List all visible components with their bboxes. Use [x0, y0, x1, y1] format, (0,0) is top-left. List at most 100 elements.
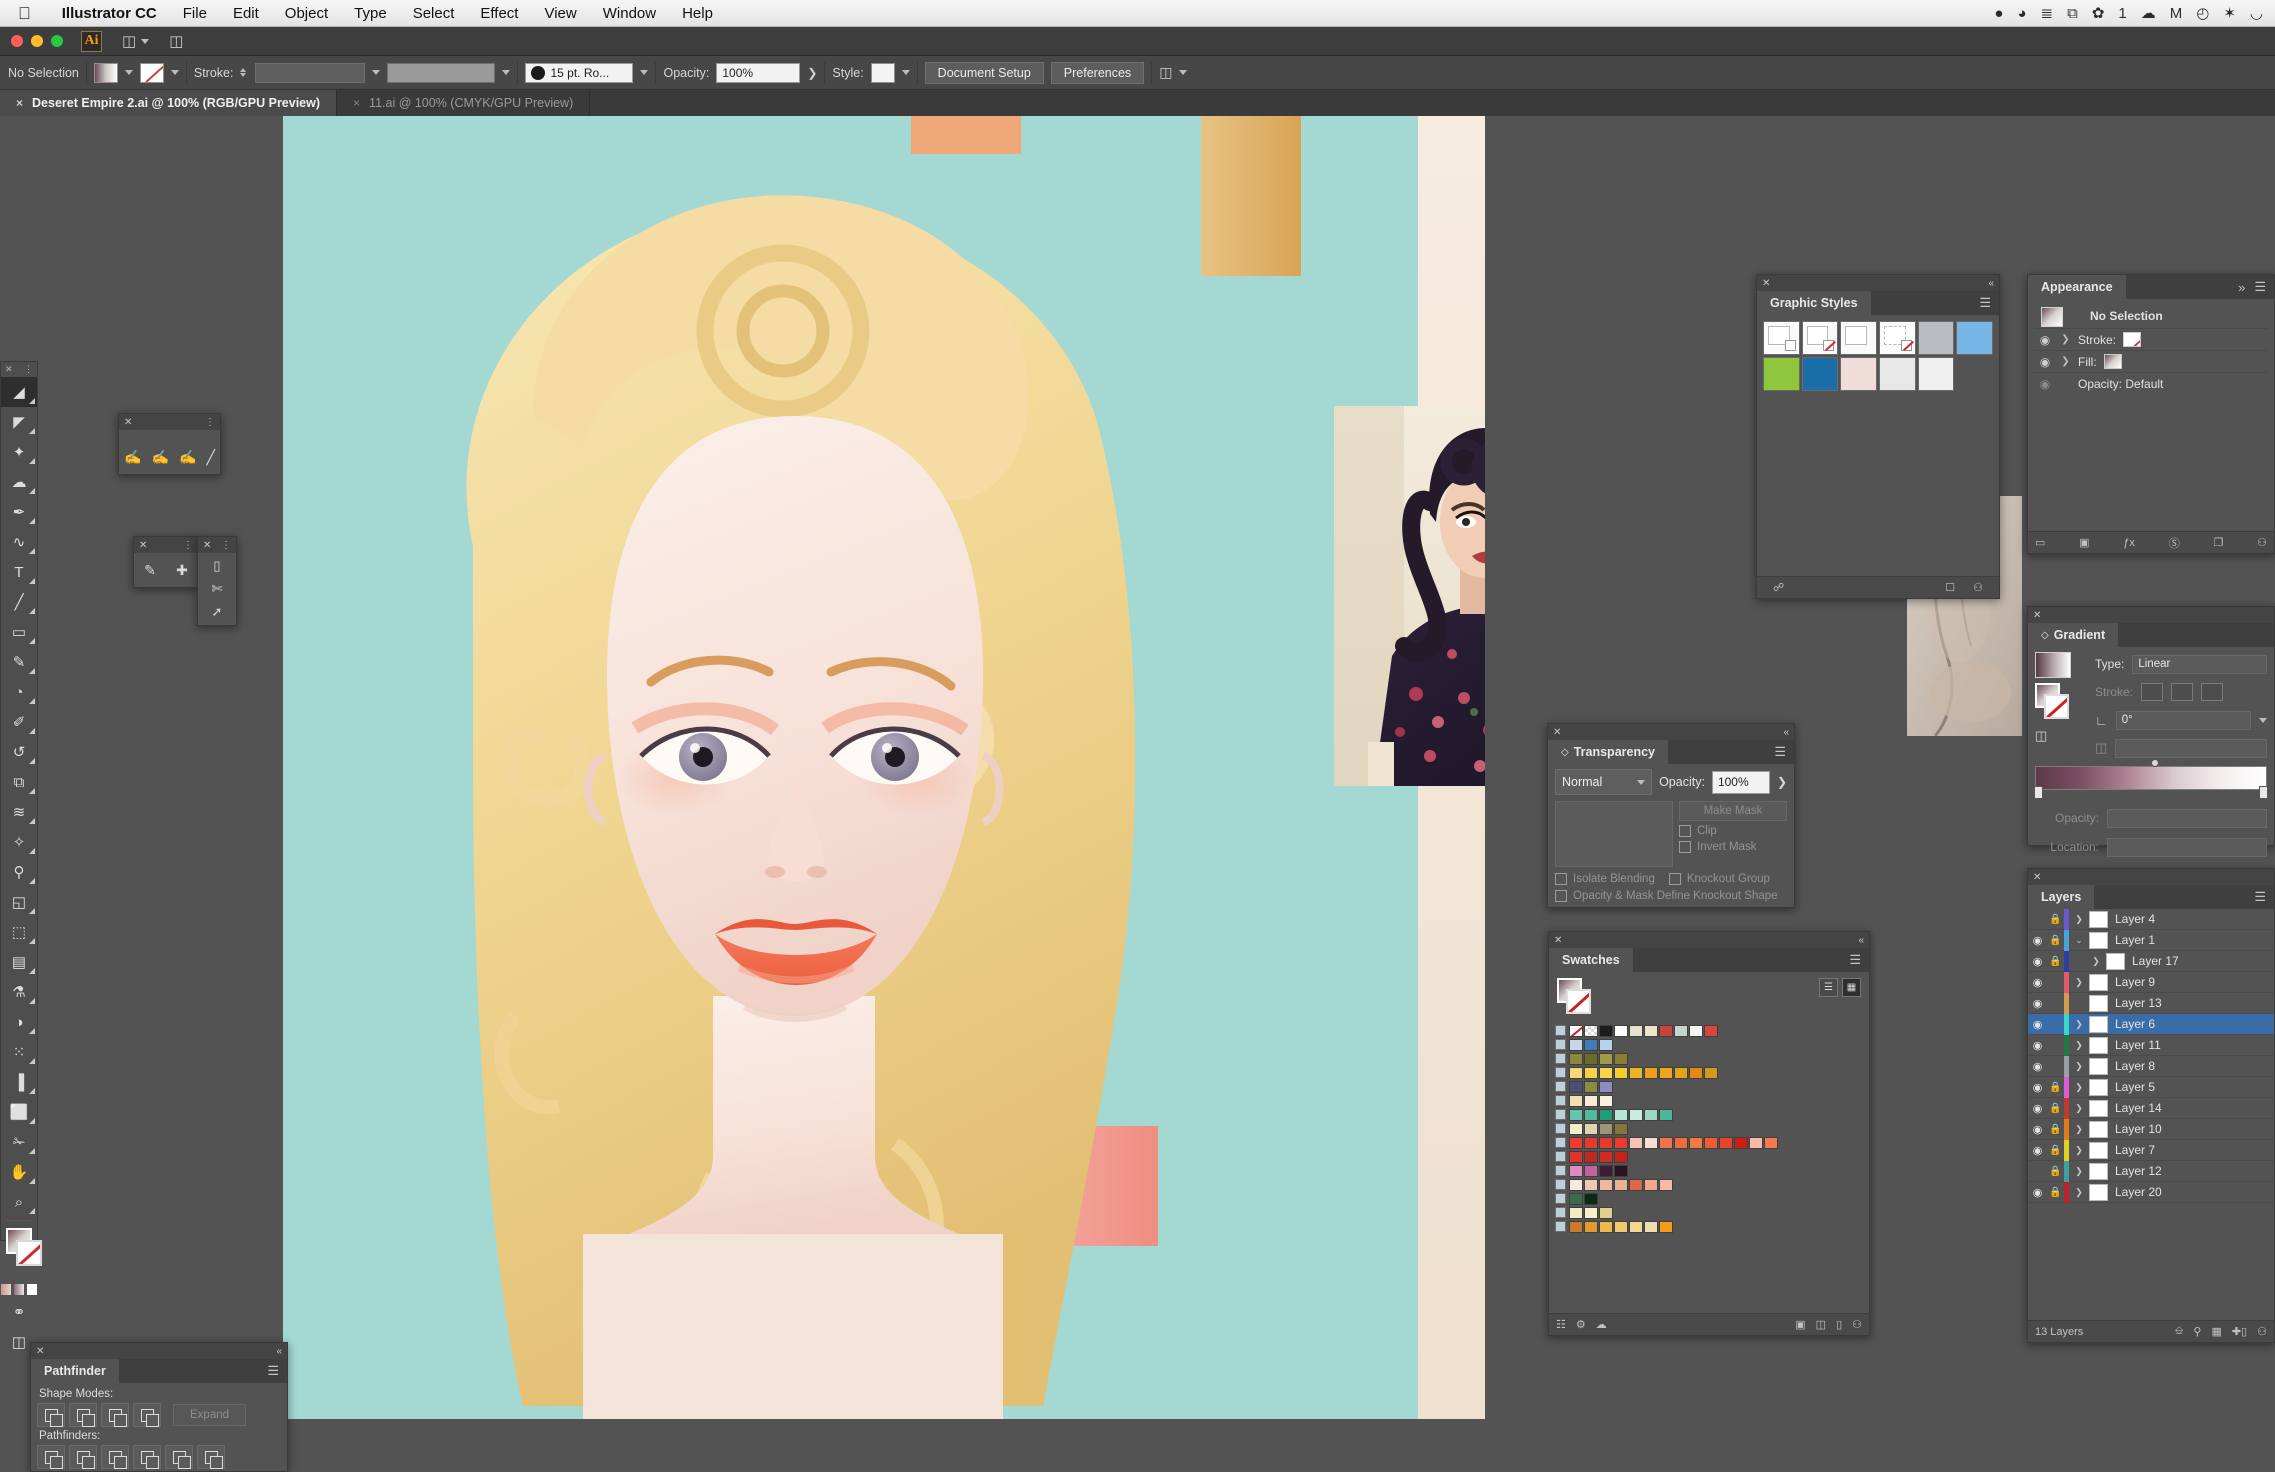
swatch-chip[interactable] [1569, 1052, 1583, 1065]
swatch-chip[interactable] [1704, 1024, 1718, 1037]
color-group-icon[interactable] [1555, 1193, 1566, 1204]
type-tool[interactable]: T [1, 557, 37, 587]
stroke-along-icon[interactable] [2171, 683, 2194, 701]
expand-chevron-icon[interactable]: ❯ [2069, 1061, 2089, 1072]
workspace-switcher-icon[interactable]: ◫ [169, 32, 183, 50]
style-pink-light[interactable] [1840, 357, 1877, 391]
swatch-chip[interactable] [1659, 1108, 1673, 1121]
add-lasso-icon[interactable]: ✍ [152, 449, 169, 466]
delete-style-icon[interactable]: ⚇ [1964, 581, 1992, 594]
tab-pathfinder[interactable]: Pathfinder [31, 1359, 119, 1383]
close-icon[interactable]: ✕ [203, 540, 211, 551]
tab-appearance[interactable]: Appearance [2028, 275, 2126, 299]
swatch-chip[interactable] [1629, 1024, 1643, 1037]
stroke-dropdown-caret[interactable] [170, 70, 179, 75]
shape-builder-tool[interactable]: ⚲ [1, 857, 37, 887]
chevron-right-icon[interactable]: ❯ [2060, 356, 2071, 367]
close-icon[interactable]: × [16, 96, 23, 110]
minus-front-icon[interactable] [69, 1403, 97, 1427]
appearance-target-row[interactable]: No Selection [2034, 303, 2268, 329]
visibility-eye-icon[interactable]: ◉ [2028, 997, 2047, 1010]
menu-item-effect[interactable]: Effect [467, 5, 531, 22]
gradient-angle-input[interactable]: 0° [2115, 710, 2251, 730]
style-gray-light[interactable] [1879, 357, 1916, 391]
collapse-panel-icon[interactable]: ⋮ [24, 364, 33, 375]
layer-name[interactable]: Layer 5 [2115, 1080, 2155, 1094]
gradient-type-select[interactable]: Linear [2132, 654, 2267, 674]
new-style-icon[interactable]: ☐ [1936, 581, 1964, 594]
collapse-panel-icon[interactable]: « [1988, 278, 1994, 289]
menu-item-select[interactable]: Select [400, 5, 468, 22]
style-green-swirl[interactable] [1763, 357, 1800, 391]
color-group-icon[interactable] [1555, 1179, 1566, 1190]
minus-back-icon[interactable] [197, 1445, 225, 1469]
swatch-chip[interactable] [1614, 1220, 1628, 1233]
swatch-chip[interactable] [1599, 1136, 1613, 1149]
expand-chevron-icon[interactable]: ❯ [2069, 914, 2089, 925]
shaper-tool[interactable]: ◔ [1, 677, 37, 707]
visibility-eye-icon[interactable]: ◉ [2028, 1102, 2047, 1115]
swatch-chip[interactable] [1584, 1164, 1598, 1177]
swatch-chip[interactable] [1629, 1136, 1643, 1149]
column-graph-tool[interactable]: ▐ [1, 1067, 37, 1097]
input-method-icon[interactable]: ≣ [2041, 6, 2054, 21]
swatch-chip[interactable] [1569, 1066, 1583, 1079]
expand-chevron-icon[interactable]: ❯ [2069, 1103, 2089, 1114]
swatch-chip[interactable] [1569, 1094, 1583, 1107]
knockout-shape-checkbox[interactable] [1555, 890, 1567, 902]
fill-dropdown-caret[interactable] [124, 70, 133, 75]
swatch-options-icon[interactable]: ☁ [1596, 1318, 1607, 1331]
swatch-chip[interactable] [1584, 1066, 1598, 1079]
expand-chevron-icon[interactable]: ❯ [2086, 956, 2106, 967]
visibility-eye-icon[interactable]: ◉ [2028, 1144, 2047, 1157]
slice-tool[interactable]: ✁ [1, 1127, 37, 1157]
blob-brush-tool[interactable]: ✐ [1, 707, 37, 737]
layer-name[interactable]: Layer 11 [2115, 1038, 2161, 1052]
swatch-chip[interactable] [1599, 1150, 1613, 1163]
layer-name[interactable]: Layer 10 [2115, 1122, 2162, 1136]
gradient-type-row[interactable]: Type: Linear [2095, 652, 2267, 676]
expand-button[interactable]: Expand [173, 1404, 247, 1426]
fill-and-stroke-indicator[interactable] [1, 1224, 42, 1282]
layer-row[interactable]: ◉ 🔒 ⌄ Layer 1 [2028, 929, 2274, 951]
lock-icon[interactable]: 🔒 [2047, 1124, 2064, 1135]
visibility-eye-icon[interactable]: ◉ [2028, 955, 2047, 968]
mailbird-icon[interactable]: M [2170, 6, 2183, 21]
direct-select-icon[interactable]: ╱ [207, 449, 215, 466]
style-white-light[interactable] [1917, 357, 1955, 391]
change-screen-mode-icon[interactable]: ⚭ [1, 1297, 37, 1327]
layer-row[interactable]: ◉ 🔒 ❯ Layer 5 [2028, 1076, 2274, 1098]
swatch-chip[interactable] [1614, 1178, 1628, 1191]
stroke-color-swatch[interactable] [139, 62, 164, 83]
fill-color-swatch[interactable] [93, 62, 118, 83]
invert-mask-checkbox[interactable] [1679, 841, 1691, 853]
curvature-tool[interactable]: ∿ [1, 527, 37, 557]
layer-name[interactable]: Layer 9 [2115, 975, 2155, 989]
visibility-eye-icon[interactable]: ◉ [2028, 1186, 2047, 1199]
expand-chevron-icon[interactable]: ❯ [2069, 1124, 2089, 1135]
layer-row[interactable]: 🔒 ❯ Layer 4 [2028, 908, 2274, 930]
gradient-angle-row[interactable]: ∟ 0° [2095, 708, 2267, 732]
swatch-chip[interactable] [1584, 1136, 1598, 1149]
clock-icon[interactable]: ◴ [2196, 6, 2209, 21]
swatch-chip[interactable] [1599, 1108, 1613, 1121]
panel-menu-icon[interactable]: ☰ [1971, 291, 1999, 315]
swatch-chip[interactable] [1569, 1220, 1583, 1233]
swatch-chip[interactable] [1629, 1108, 1643, 1121]
swatch-chip[interactable] [1629, 1178, 1643, 1191]
tool-row[interactable]: ✍ ✍ ✍ ╱ [119, 440, 220, 474]
stroke-within-icon[interactable] [2141, 683, 2164, 701]
dropbox-icon[interactable]: ☁ [2141, 6, 2156, 21]
gradient-slider[interactable] [2034, 759, 2268, 799]
swatch-chip[interactable] [1599, 1038, 1613, 1051]
color-group-icon[interactable] [1555, 1081, 1566, 1092]
swatch-chip[interactable] [1584, 1220, 1598, 1233]
swatch-chip[interactable] [1614, 1066, 1628, 1079]
arrange-documents-icon[interactable]: ◫ [122, 32, 150, 50]
stroke-weight-caret[interactable] [372, 70, 381, 75]
close-icon[interactable]: ✕ [2033, 872, 2041, 883]
make-mask-button[interactable]: Make Mask [1679, 801, 1787, 821]
visibility-eye-icon[interactable]: ◉ [2028, 934, 2047, 947]
knife-icon[interactable]: ➚ [212, 604, 223, 620]
swatch-stroke[interactable] [1566, 989, 1591, 1014]
